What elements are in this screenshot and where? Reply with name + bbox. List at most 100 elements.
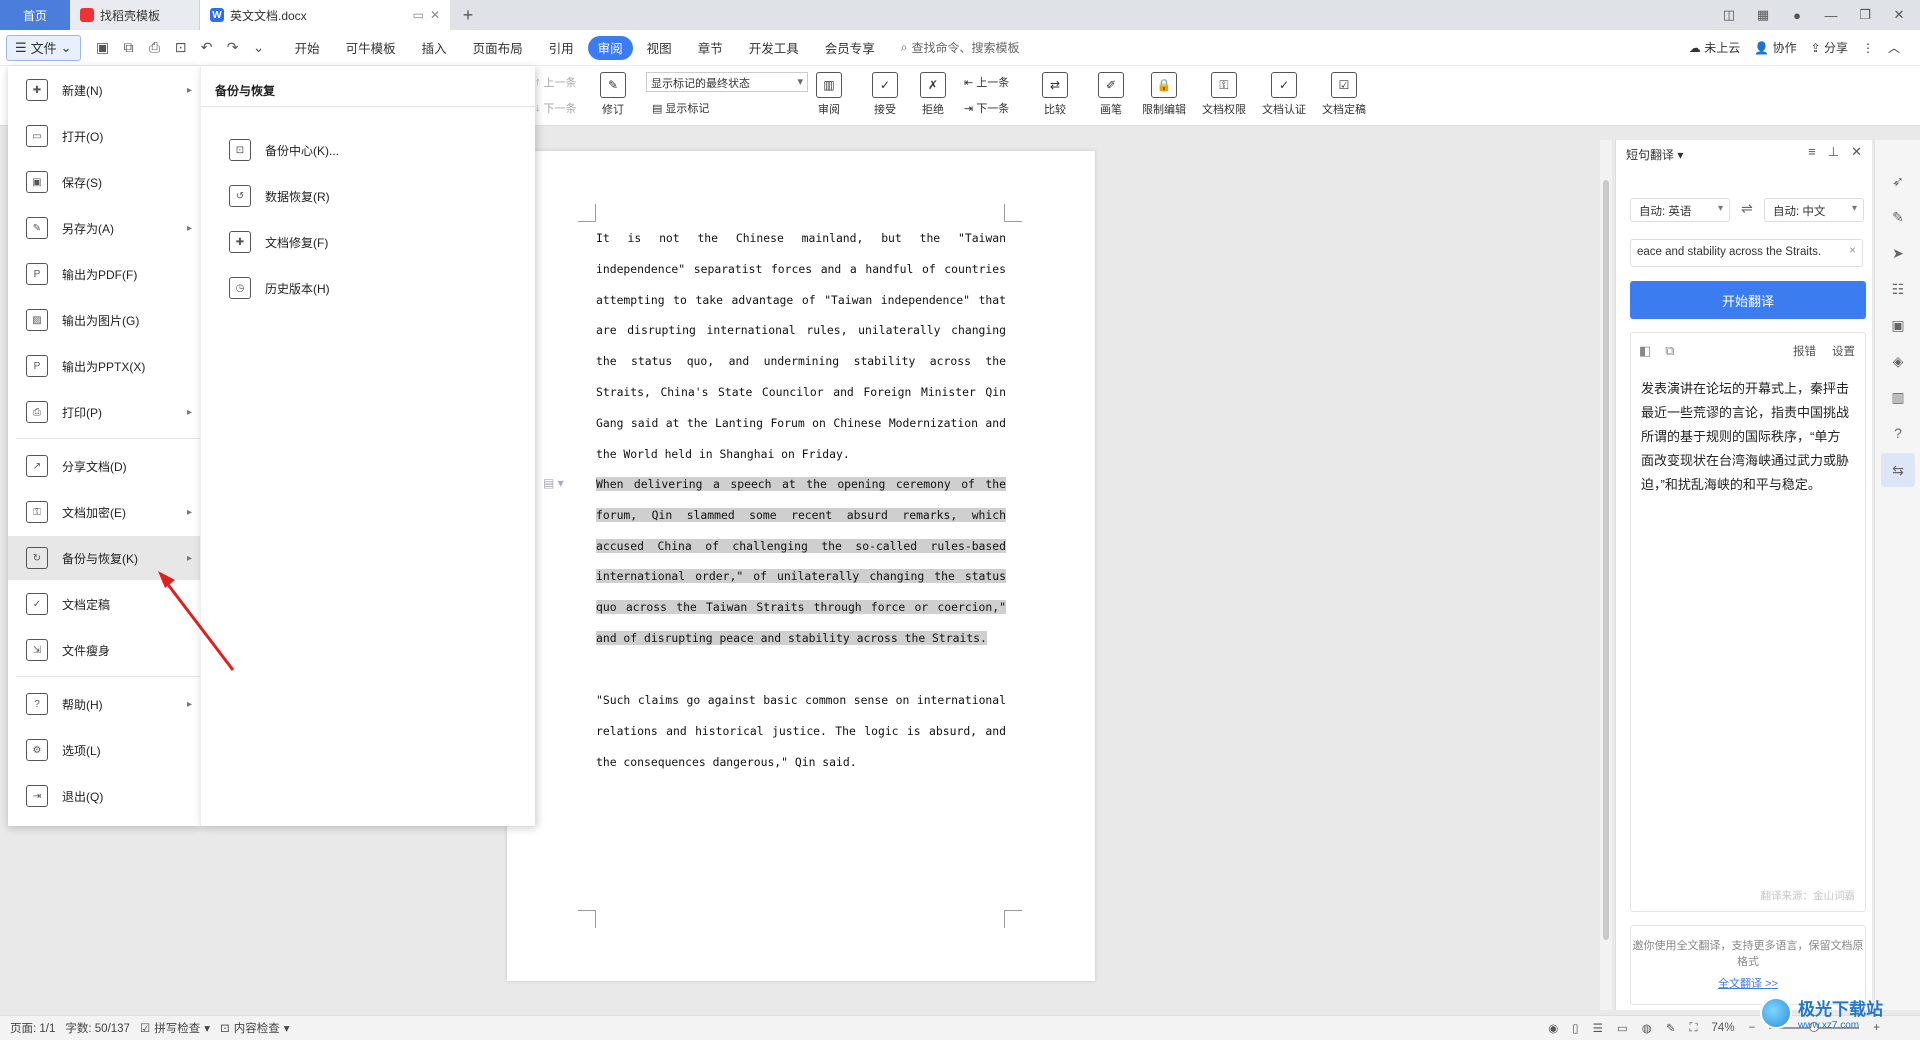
scrollbar-thumb[interactable]	[1603, 180, 1609, 940]
redo-icon[interactable]: ↷	[221, 36, 245, 60]
more-icon[interactable]: ⋮	[1862, 41, 1874, 55]
tab-layout[interactable]: 页面布局	[461, 36, 535, 60]
next-change-2-button[interactable]: ⇥ 下一条	[964, 100, 1009, 116]
tab-view[interactable]: 视图	[635, 36, 684, 60]
menu-export-pdf[interactable]: P 输出为PDF(F)	[8, 252, 200, 296]
menu-backup-restore[interactable]: ↻ 备份与恢复(K) ▸	[8, 536, 200, 580]
accept-button[interactable]: ✓ 接受	[872, 72, 898, 117]
doc-paragraph-3[interactable]: "Such claims go against basic common sen…	[596, 685, 1006, 777]
doc-permission-button[interactable]: ⚿ 文档权限	[1202, 72, 1246, 117]
start-translate-button[interactable]: 开始翻译	[1630, 281, 1866, 319]
compare-button[interactable]: ⇄ 比较	[1042, 72, 1068, 117]
content-check-button[interactable]: ⊡ 内容检查 ▾	[220, 1020, 289, 1036]
close-panel-icon[interactable]: ✕	[1851, 144, 1862, 160]
avatar[interactable]: ●	[1782, 3, 1812, 27]
word-count[interactable]: 字数: 50/137	[65, 1020, 130, 1036]
translate-tool-icon[interactable]: ⇆	[1881, 453, 1915, 487]
zoom-level[interactable]: 74%	[1712, 1022, 1735, 1034]
submenu-data-recovery[interactable]: ↺ 数据恢复(R)	[201, 174, 536, 218]
command-search[interactable]: ⌕ 查找命令、搜索模板	[901, 39, 1020, 56]
source-language-select[interactable]: 自动: 英语	[1630, 198, 1730, 222]
swap-language-icon[interactable]: ⇌	[1741, 200, 1753, 217]
outline-view-icon[interactable]: ☰	[1593, 1021, 1603, 1035]
undo-icon[interactable]: ↶	[195, 36, 219, 60]
submenu-doc-repair[interactable]: ✚ 文档修复(F)	[201, 220, 536, 264]
menu-save[interactable]: ▣ 保存(S)	[8, 160, 200, 204]
collab-button[interactable]: 👤 协作	[1754, 39, 1796, 56]
preview-icon[interactable]: ⊡	[169, 36, 193, 60]
document-scrollbar[interactable]	[1600, 140, 1612, 1010]
tab-member[interactable]: 会员专享	[813, 36, 887, 60]
finalize-button[interactable]: ☑ 文档定稿	[1322, 72, 1366, 117]
report-error-link[interactable]: 报错	[1793, 343, 1816, 359]
menu-icon[interactable]: ≡	[1808, 144, 1816, 160]
minimize-icon[interactable]: —	[1816, 3, 1846, 27]
print-icon[interactable]: ⎙	[143, 36, 167, 60]
tab-document[interactable]: W 英文文档.docx ▭ ✕	[200, 0, 450, 30]
tab-kn-template[interactable]: 可牛模板	[334, 36, 408, 60]
menu-print[interactable]: ⎙ 打印(P) ▸	[8, 390, 200, 434]
new-tab-button[interactable]: +	[450, 0, 486, 30]
restore-icon[interactable]: ❐	[1850, 3, 1880, 27]
collapse-ribbon-icon[interactable]: ︿	[1888, 39, 1900, 56]
menu-slim[interactable]: ⇲ 文件瘦身	[8, 628, 200, 672]
doc-cert-button[interactable]: ✓ 文档认证	[1262, 72, 1306, 117]
cursor-icon[interactable]: ➤	[1889, 244, 1907, 262]
menu-encrypt[interactable]: ⚿ 文档加密(E) ▸	[8, 490, 200, 534]
cloud-status[interactable]: ☁ 未上云	[1689, 39, 1740, 56]
speaker-icon[interactable]: ◧	[1639, 343, 1651, 359]
copy-icon[interactable]: ⧉	[1665, 343, 1674, 359]
selected-text[interactable]: When delivering a speech at the opening …	[596, 477, 1006, 645]
prev-change-button[interactable]: ↑ 上一条	[535, 74, 577, 90]
menu-options[interactable]: ⚙ 选项(L)	[8, 728, 200, 772]
export-icon[interactable]: ⧉	[117, 36, 141, 60]
menu-help[interactable]: ? 帮助(H) ▸	[8, 682, 200, 726]
pin-panel-icon[interactable]: ⊥	[1828, 144, 1839, 160]
submenu-backup-center[interactable]: ⊡ 备份中心(K)...	[201, 128, 536, 172]
clear-input-icon[interactable]: ×	[1849, 245, 1856, 257]
fit-icon[interactable]: ⛶	[1689, 1022, 1697, 1035]
reject-button[interactable]: ✗ 拒绝	[920, 72, 946, 117]
file-menu-button[interactable]: ☰ 文件 ⌄	[6, 34, 81, 61]
close-window-icon[interactable]: ✕	[1884, 3, 1914, 27]
pin-icon[interactable]: ▭	[413, 8, 424, 22]
spell-check-button[interactable]: ☑ 拼写检查 ▾	[140, 1020, 210, 1036]
compass-icon[interactable]: ◈	[1889, 352, 1907, 370]
tab-references[interactable]: 引用	[537, 36, 586, 60]
translate-panel-title[interactable]: 短句翻译 ▾	[1626, 146, 1683, 163]
review-pane-button[interactable]: ▥ 审阅	[816, 72, 842, 117]
tab-start[interactable]: 开始	[283, 36, 332, 60]
paragraph-handle-icon[interactable]: ▤ ▾	[543, 476, 564, 490]
rocket-icon[interactable]: ➶	[1889, 172, 1907, 190]
tab-insert[interactable]: 插入	[410, 36, 459, 60]
menu-exit[interactable]: ⇥ 退出(Q)	[8, 774, 200, 818]
page-view-icon[interactable]: ▯	[1572, 1021, 1578, 1035]
target-language-select[interactable]: 自动: 中文	[1764, 198, 1864, 222]
tab-home[interactable]: 首页	[0, 0, 70, 30]
image-tool-icon[interactable]: ▣	[1889, 316, 1907, 334]
restrict-edit-button[interactable]: 🔒 限制编辑	[1142, 72, 1186, 117]
tab-template[interactable]: 找稻壳模板	[70, 0, 200, 30]
tab-chapter[interactable]: 章节	[686, 36, 735, 60]
read-view-icon[interactable]: ▭	[1617, 1021, 1628, 1035]
ink-button[interactable]: ✐ 画笔	[1098, 72, 1124, 117]
doc-paragraph-2[interactable]: When delivering a speech at the opening …	[596, 469, 1006, 654]
next-change-button[interactable]: ↓ 下一条	[535, 100, 577, 116]
book-icon[interactable]: ▥	[1889, 388, 1907, 406]
markup-state-select[interactable]: 显示标记的最终状态	[646, 72, 808, 92]
menu-export-pptx[interactable]: P 输出为PPTX(X)	[8, 344, 200, 388]
prev-change-2-button[interactable]: ⇤ 上一条	[964, 74, 1009, 90]
menu-new[interactable]: ✚ 新建(N) ▸	[8, 68, 200, 112]
source-text-input[interactable]: eace and stability across the Straits. ×	[1630, 239, 1863, 267]
web-view-icon[interactable]: ◍	[1642, 1021, 1652, 1035]
sliders-icon[interactable]: ☷	[1889, 280, 1907, 298]
pen-view-icon[interactable]: ✎	[1666, 1021, 1676, 1035]
share-button[interactable]: ⇪ 分享	[1811, 39, 1848, 56]
menu-finalize[interactable]: ✓ 文档定稿	[8, 582, 200, 626]
menu-share[interactable]: ↗ 分享文档(D)	[8, 444, 200, 488]
eye-icon[interactable]: ◉	[1548, 1021, 1558, 1035]
revise-button[interactable]: ✎ 修订	[600, 72, 626, 117]
show-marks-button[interactable]: ▤ 显示标记	[652, 100, 709, 116]
edit-icon[interactable]: ✎	[1889, 208, 1907, 226]
menu-open[interactable]: ▭ 打开(O)	[8, 114, 200, 158]
